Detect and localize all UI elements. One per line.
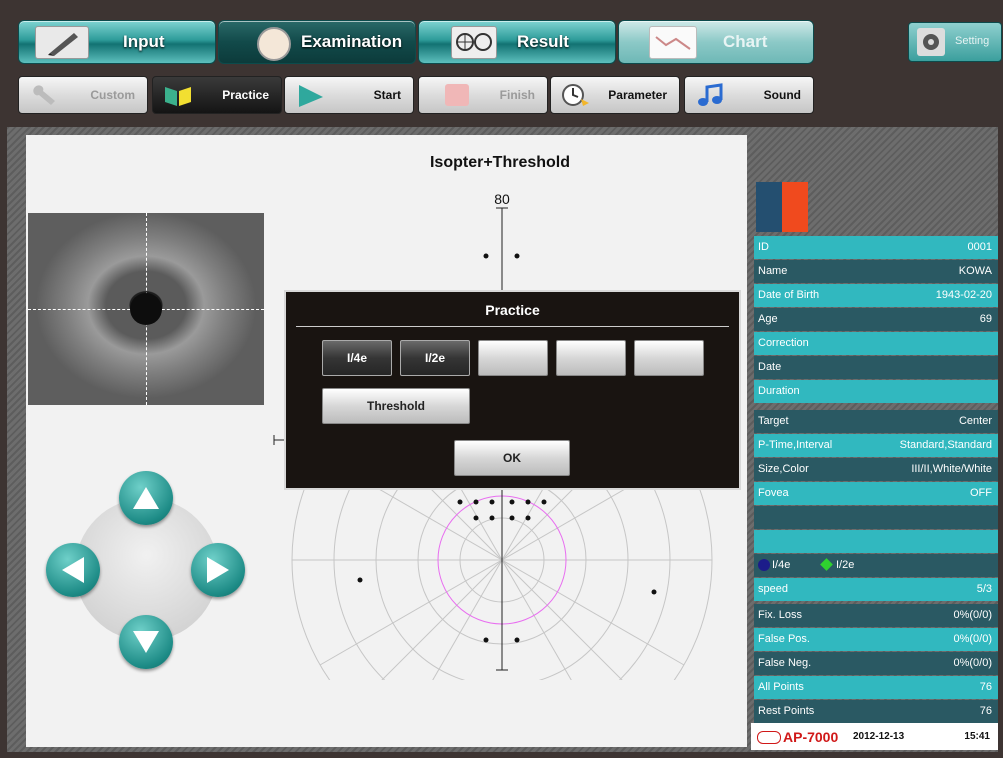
info-row-ptime: P-Time,Interval Standard,Standard bbox=[754, 434, 998, 457]
setting-button[interactable]: Setting bbox=[908, 22, 1002, 62]
gear-icon bbox=[917, 28, 945, 56]
tab-input[interactable]: Input bbox=[18, 20, 216, 64]
stat-row-false-pos: False Pos. 0%(0/0) bbox=[754, 628, 998, 651]
target-slot-5-button[interactable] bbox=[634, 340, 704, 376]
tab-examination[interactable]: Examination bbox=[218, 20, 416, 64]
info-row-correction: Correction bbox=[754, 332, 998, 355]
brand-logo-icon bbox=[757, 731, 781, 744]
info-row-blank-1 bbox=[754, 506, 998, 529]
music-note-icon bbox=[695, 83, 725, 107]
chart-icon bbox=[649, 26, 697, 59]
info-row-dob: Date of Birth 1943-02-20 bbox=[754, 284, 998, 307]
ok-button[interactable]: OK bbox=[454, 440, 570, 476]
tab-result[interactable]: Result bbox=[418, 20, 616, 64]
tab-result-label: Result bbox=[517, 32, 569, 51]
eye-camera-view bbox=[28, 213, 264, 405]
chart-title: Isopter+Threshold bbox=[429, 154, 571, 171]
green-diamond-icon bbox=[820, 558, 833, 571]
tab-examination-label: Examination bbox=[301, 32, 403, 51]
info-row-blank-2 bbox=[754, 530, 998, 553]
legend-i4e: I/4e bbox=[772, 559, 791, 571]
target-slot-4-button[interactable] bbox=[556, 340, 626, 376]
setting-label: Setting bbox=[955, 35, 990, 47]
arrow-right-icon bbox=[207, 557, 229, 583]
info-row-age: Age 69 bbox=[754, 308, 998, 331]
eye-exam-icon bbox=[257, 27, 291, 61]
left-eye-swatch bbox=[756, 182, 782, 232]
arrow-down-icon bbox=[133, 631, 159, 653]
info-row-size-color: Size,Color III/II,White/White bbox=[754, 458, 998, 481]
tab-chart-label: Chart bbox=[723, 32, 768, 51]
info-row-id: ID 0001 bbox=[754, 236, 998, 259]
info-row-speed: speed 5/3 bbox=[754, 578, 998, 601]
footer-time: 15:41 bbox=[964, 731, 990, 742]
footer-date: 2012-12-13 bbox=[853, 731, 905, 742]
pen-icon bbox=[35, 26, 89, 59]
clock-icon bbox=[561, 83, 591, 107]
practice-icon bbox=[163, 83, 193, 107]
pupil bbox=[130, 293, 162, 325]
model-name: AP-7000 bbox=[783, 729, 839, 745]
right-eye-swatch bbox=[782, 182, 808, 232]
finish-button[interactable]: Finish bbox=[418, 76, 548, 114]
target-i4e-button[interactable]: I/4e bbox=[322, 340, 392, 376]
play-icon bbox=[295, 83, 325, 107]
stat-row-rest-points: Rest Points 76 bbox=[754, 700, 998, 723]
arrow-up-button[interactable] bbox=[119, 471, 173, 525]
arrow-up-icon bbox=[133, 487, 159, 509]
sound-button[interactable]: Sound bbox=[684, 76, 814, 114]
stat-row-all-points: All Points 76 bbox=[754, 676, 998, 699]
info-row-date: Date bbox=[754, 356, 998, 379]
status-footer: AP-7000 2012-12-13 15:41 bbox=[751, 723, 998, 750]
arrow-right-button[interactable] bbox=[191, 543, 245, 597]
threshold-button[interactable]: Threshold bbox=[322, 388, 470, 424]
info-row-duration: Duration bbox=[754, 380, 998, 403]
arrow-down-button[interactable] bbox=[119, 615, 173, 669]
info-row-target: Target Center bbox=[754, 410, 998, 433]
divider bbox=[296, 326, 729, 327]
wrench-icon bbox=[29, 83, 59, 107]
chart-top-label: 80 bbox=[494, 191, 510, 207]
eye-side-indicator bbox=[756, 182, 808, 232]
stop-icon bbox=[443, 83, 473, 107]
info-row-fovea: Fovea OFF bbox=[754, 482, 998, 505]
practice-dialog-title: Practice bbox=[485, 302, 540, 318]
practice-button[interactable]: Practice bbox=[152, 76, 282, 114]
tab-input-label: Input bbox=[123, 32, 165, 51]
start-button[interactable]: Start bbox=[284, 76, 414, 114]
arrow-left-icon bbox=[62, 557, 84, 583]
stat-row-false-neg: False Neg. 0%(0/0) bbox=[754, 652, 998, 675]
arrow-left-button[interactable] bbox=[46, 543, 100, 597]
blue-dot-icon bbox=[758, 559, 770, 571]
legend-i2e: I/2e bbox=[836, 559, 855, 571]
legend-row: I/4e I/2e bbox=[754, 554, 998, 577]
result-fields-icon bbox=[451, 26, 497, 59]
tab-chart[interactable]: Chart bbox=[618, 20, 814, 64]
target-i2e-button[interactable]: I/2e bbox=[400, 340, 470, 376]
stat-row-fix-loss: Fix. Loss 0%(0/0) bbox=[754, 604, 998, 627]
info-row-name: Name KOWA bbox=[754, 260, 998, 283]
parameter-button[interactable]: Parameter bbox=[550, 76, 680, 114]
target-slot-3-button[interactable] bbox=[478, 340, 548, 376]
practice-dialog: Practice I/4e I/2e Threshold OK bbox=[284, 290, 741, 490]
custom-button[interactable]: Custom bbox=[18, 76, 148, 114]
